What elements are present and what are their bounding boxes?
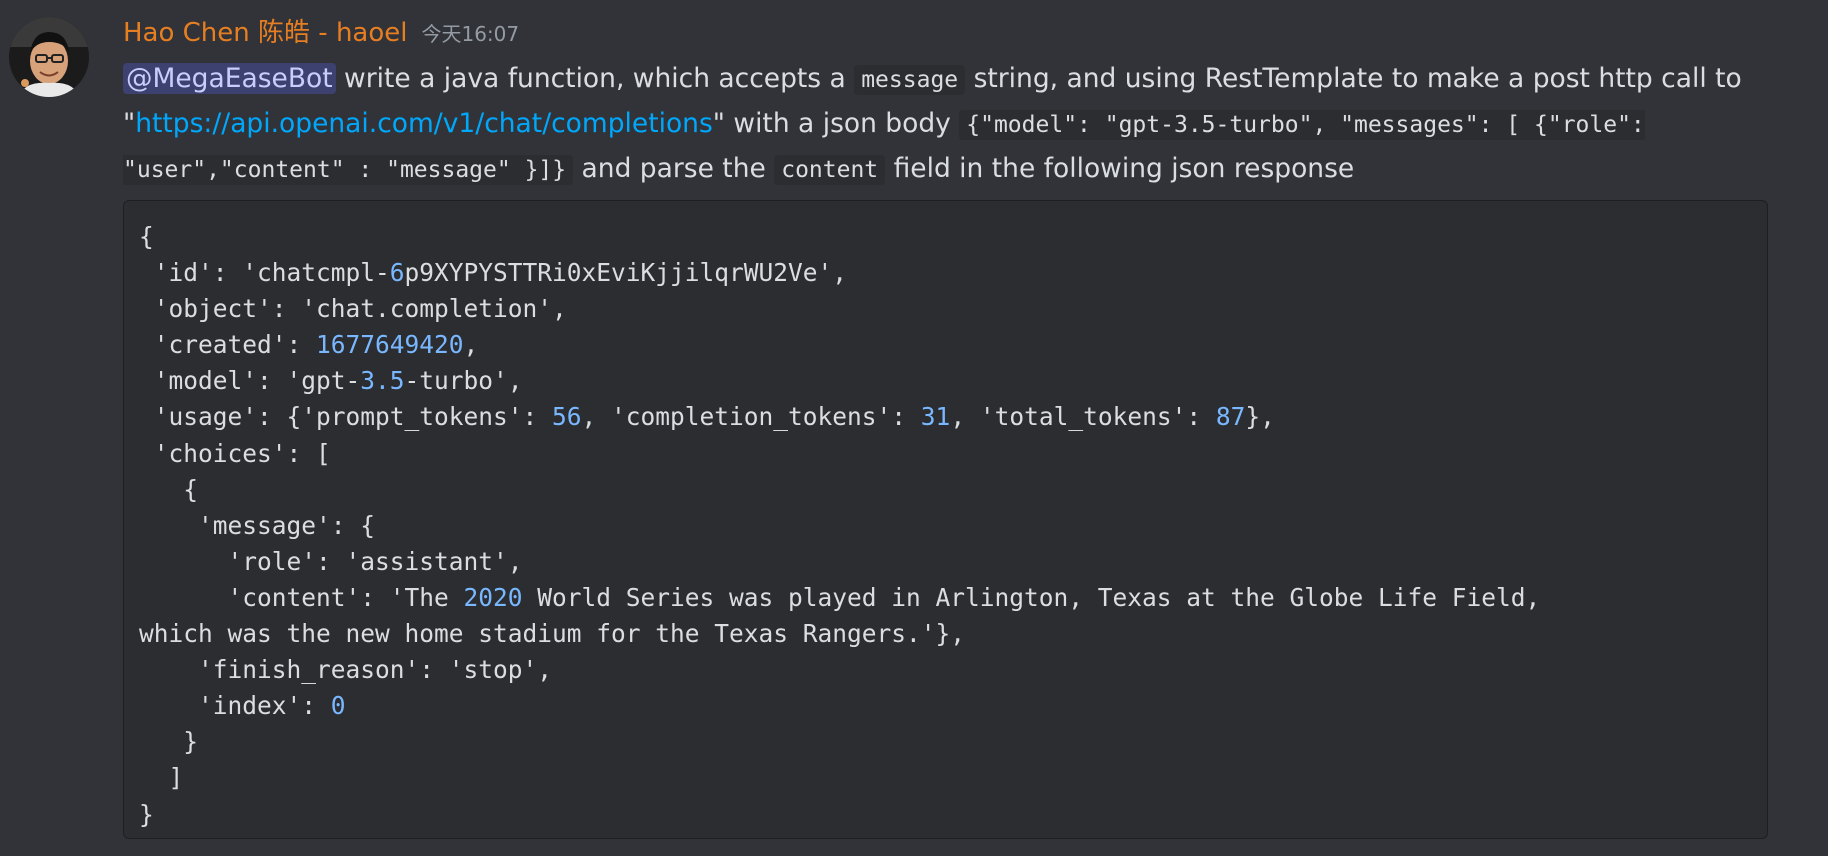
api-link[interactable]: https://api.openai.com/v1/chat/completio… bbox=[135, 108, 713, 139]
code-block[interactable]: { 'id': 'chatcmpl-6p9XYPYSTTRi0xEviKjjil… bbox=[123, 200, 1768, 839]
code-line: which was the new home stadium for the T… bbox=[139, 619, 966, 649]
message-text: " with a json body bbox=[712, 108, 960, 139]
chat-message: Hao Chen 陈皓 - haoel 今天16:07 @MegaEaseBot … bbox=[0, 0, 1828, 856]
code-text: { 'id': 'chatcmpl-6p9XYPYSTTRi0xEviKjjil… bbox=[139, 219, 1752, 833]
code-line: 'choices': [ bbox=[139, 438, 331, 468]
timestamp[interactable]: 今天16:07 bbox=[421, 22, 519, 46]
code-line: 'finish_reason': 'stop', bbox=[139, 655, 553, 685]
message-header: Hao Chen 陈皓 - haoel 今天16:07 bbox=[123, 16, 519, 53]
code-line: 'usage': {'prompt_tokens': 56, 'completi… bbox=[139, 402, 1275, 432]
code-line: 'model': 'gpt-3.5-turbo', bbox=[139, 366, 523, 396]
inline-code: content bbox=[774, 155, 886, 185]
code-line: 'id': 'chatcmpl-6p9XYPYSTTRi0xEviKjjilqr… bbox=[139, 258, 848, 288]
message-text: and parse the bbox=[573, 153, 775, 184]
code-line: } bbox=[139, 799, 154, 829]
code-line: 'index': 0 bbox=[139, 691, 346, 721]
username[interactable]: Hao Chen 陈皓 - haoel bbox=[123, 18, 407, 48]
code-line: 'object': 'chat.completion', bbox=[139, 294, 567, 324]
message-text: write a java function, which accepts a bbox=[335, 63, 855, 94]
code-line: ] bbox=[139, 763, 184, 793]
code-line: 'message': { bbox=[139, 510, 376, 540]
code-line: 'content': 'The 2020 World Series was pl… bbox=[139, 582, 1541, 612]
message-content: @MegaEaseBot write a java function, whic… bbox=[123, 57, 1813, 192]
avatar[interactable] bbox=[9, 17, 89, 97]
user-avatar-image bbox=[9, 17, 89, 97]
mention-tag[interactable]: @MegaEaseBot bbox=[123, 63, 336, 94]
inline-code: message bbox=[854, 65, 966, 95]
code-line: 'created': 1677649420, bbox=[139, 330, 479, 360]
message-text: field in the following json response bbox=[885, 153, 1355, 184]
code-line: 'role': 'assistant', bbox=[139, 546, 523, 576]
code-line: { bbox=[139, 222, 154, 251]
code-line: } bbox=[139, 727, 199, 757]
code-line: { bbox=[139, 474, 199, 504]
